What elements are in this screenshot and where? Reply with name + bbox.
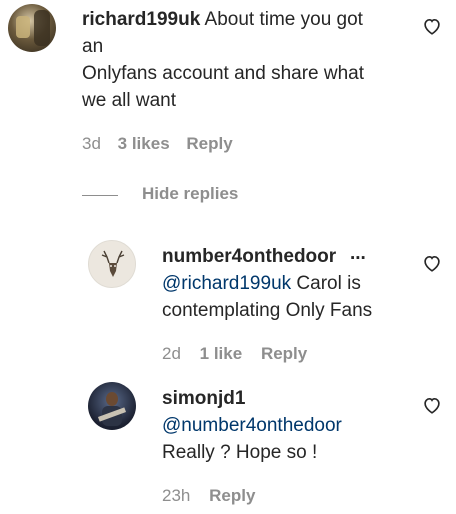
stag-icon (101, 250, 125, 277)
mention-link[interactable]: @number4onthedoor (162, 415, 342, 436)
hide-replies-button[interactable]: Hide replies (142, 184, 238, 204)
comment-text: Onlyfans account and share what (82, 63, 365, 84)
mention-link[interactable]: @richard199uk (162, 273, 291, 294)
reply-text: Carol is (296, 273, 361, 294)
comment-text: an (82, 36, 104, 57)
like-button[interactable] (421, 252, 443, 279)
heart-outline-icon (424, 19, 440, 35)
reply-likes[interactable]: 1 like (200, 344, 243, 363)
comment-likes[interactable]: 3 likes (118, 134, 170, 153)
reply-button[interactable]: Reply (261, 344, 307, 363)
heart-outline-icon (424, 256, 440, 272)
like-button[interactable] (421, 394, 443, 421)
reply-username[interactable]: number4onthedoor (162, 246, 336, 267)
reply-text: contemplating Only Fans (162, 300, 373, 321)
heart-outline-icon (424, 398, 440, 414)
reply-text: Really ? Hope so ! (162, 442, 318, 463)
comment-username[interactable]: richard199uk (82, 9, 200, 30)
reply-username[interactable]: simonjd1 (162, 388, 245, 409)
username-overflow: ... (350, 240, 380, 267)
reply-button[interactable]: Reply (209, 486, 255, 505)
like-button[interactable] (421, 15, 443, 42)
avatar[interactable] (88, 382, 136, 430)
reply-time: 2d (162, 344, 181, 363)
avatar[interactable] (8, 4, 56, 52)
comment-time: 3d (82, 134, 101, 153)
replies-divider (82, 195, 118, 196)
reply-button[interactable]: Reply (186, 134, 232, 153)
avatar[interactable] (88, 240, 136, 288)
comment-text: we all want (82, 90, 176, 111)
reply-time: 23h (162, 486, 191, 505)
comment-text: About time you got (204, 9, 363, 30)
